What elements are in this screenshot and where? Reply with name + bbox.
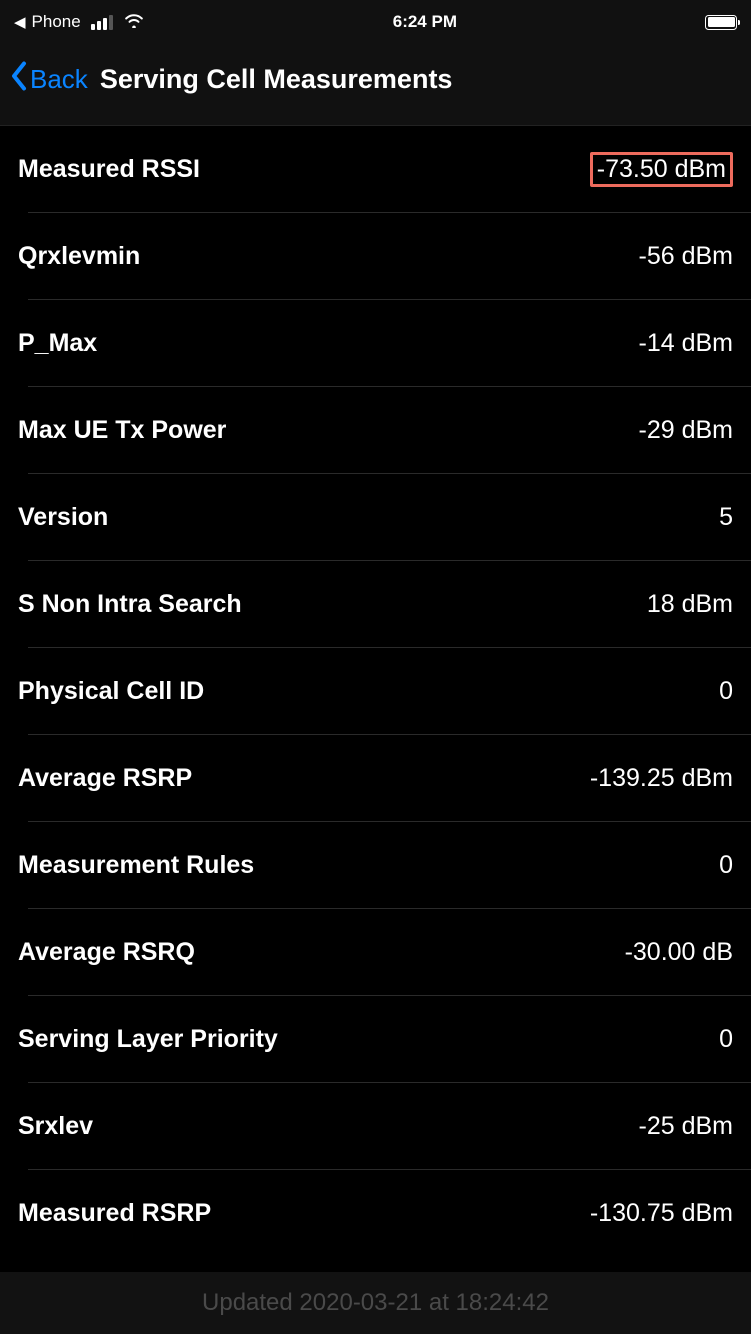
row-value: -14 dBm [639,329,733,358]
row-label: Qrxlevmin [18,242,140,271]
list-item[interactable]: Average RSRQ -30.00 dB [0,909,751,996]
list-item[interactable]: Qrxlevmin -56 dBm [0,213,751,300]
list-item[interactable]: Serving Layer Priority 0 [0,996,751,1083]
row-value: 5 [719,503,733,532]
row-value: -73.50 dBm [590,152,733,187]
row-value: -30.00 dB [625,938,733,967]
back-button[interactable]: Back [10,61,96,98]
battery-icon [705,15,737,30]
status-time: 6:24 PM [393,12,457,32]
row-label: Average RSRP [18,764,192,793]
status-right [705,15,737,30]
row-value: -130.75 dBm [590,1199,733,1228]
row-label: Measured RSRP [18,1199,211,1228]
page-title: Serving Cell Measurements [100,64,453,95]
back-to-app-label[interactable]: Phone [32,12,81,32]
list-item[interactable]: Srxlev -25 dBm [0,1083,751,1170]
list-item[interactable]: Max UE Tx Power -29 dBm [0,387,751,474]
updated-timestamp: Updated 2020-03-21 at 18:24:42 [202,1289,549,1317]
list-item[interactable]: Measured RSSI -73.50 dBm [0,126,751,213]
footer-overlay: Updated 2020-03-21 at 18:24:42 [0,1272,751,1334]
row-label: Measured RSSI [18,155,200,184]
nav-bar: Back Serving Cell Measurements [0,44,751,126]
row-value: -29 dBm [639,416,733,445]
row-value: 0 [719,1025,733,1054]
row-label: Max UE Tx Power [18,416,226,445]
wifi-icon [123,12,145,33]
row-value: -56 dBm [639,242,733,271]
row-label: Serving Layer Priority [18,1025,278,1054]
list-item[interactable]: Physical Cell ID 0 [0,648,751,735]
list-item[interactable]: S Non Intra Search 18 dBm [0,561,751,648]
row-label: Average RSRQ [18,938,195,967]
row-value: -25 dBm [639,1112,733,1141]
cellular-signal-icon [91,15,113,30]
status-left: ◀ Phone [14,12,145,33]
row-value: 18 dBm [647,590,733,619]
row-label: Version [18,503,108,532]
row-value: 0 [719,851,733,880]
list-item[interactable]: Average RSRP -139.25 dBm [0,735,751,822]
back-label: Back [30,64,88,95]
back-to-app-icon[interactable]: ◀ [14,15,26,30]
list-item[interactable]: Version 5 [0,474,751,561]
row-label: Srxlev [18,1112,93,1141]
list-item[interactable]: Measured RSRP -130.75 dBm [0,1170,751,1257]
row-label: Measurement Rules [18,851,254,880]
row-value: -139.25 dBm [590,764,733,793]
list-item[interactable]: Measurement Rules 0 [0,822,751,909]
row-label: S Non Intra Search [18,590,242,619]
list-item[interactable]: P_Max -14 dBm [0,300,751,387]
status-bar: ◀ Phone 6:24 PM [0,0,751,44]
measurement-list[interactable]: Measured RSSI -73.50 dBm Qrxlevmin -56 dBm P… [0,126,751,1257]
row-value: 0 [719,677,733,706]
row-label: P_Max [18,329,97,358]
chevron-left-icon [10,61,28,98]
row-label: Physical Cell ID [18,677,204,706]
